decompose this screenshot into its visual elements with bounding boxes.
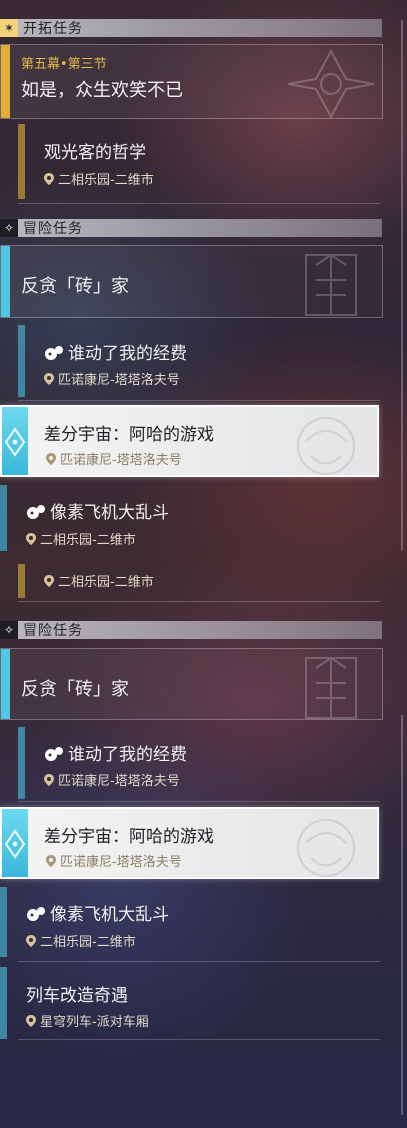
item-accent-bar [0, 485, 7, 551]
item-location: 二相乐园-二维市 [26, 529, 136, 548]
quest-accent-bar [1, 649, 10, 719]
featured-quest-card[interactable]: 反贪「砖」家 [0, 245, 383, 318]
scrollbar-top[interactable] [401, 20, 403, 550]
selected-quest-item[interactable]: 差分宇宙：阿哈的游戏 匹诺康尼-塔塔洛夫号 [0, 807, 379, 879]
item-title-text: 像素飞机大乱斗 [50, 905, 169, 925]
list-item[interactable]: 谁动了我的经费 匹诺康尼-塔塔洛夫号 [0, 727, 380, 802]
pom-pom-icon [45, 346, 63, 360]
section-header-trailblaze: ✶ 开拓任务 [0, 19, 382, 37]
location-pin-icon [44, 172, 54, 185]
location-text: 星穹列车-派对车厢 [40, 1015, 149, 1030]
list-item[interactable]: 列车改造奇遇 星穹列车-派对车厢 [0, 967, 380, 1042]
quest-title: 反贪「砖」家 [21, 679, 129, 700]
selected-quest-item[interactable]: 差分宇宙：阿哈的游戏 匹诺康尼-塔塔洛夫号 [0, 405, 379, 477]
adventure-diamond-icon: ✧ [0, 219, 18, 237]
pom-pom-icon [27, 505, 45, 519]
item-title: 观光客的哲学 [44, 143, 146, 163]
item-location: 匹诺康尼-塔塔洛夫号 [46, 851, 182, 870]
item-location: 星穹列车-派对车厢 [26, 1011, 149, 1030]
list-item[interactable]: 观光客的哲学 二相乐园-二维市 [0, 124, 380, 204]
quest-emblem-icon [305, 656, 357, 719]
location-pin-icon [44, 574, 54, 587]
location-pin-icon [46, 854, 56, 867]
item-title-text: 像素飞机大乱斗 [50, 503, 169, 523]
adventure-diamond-icon: ✧ [0, 621, 18, 639]
trailblaze-star-icon: ✶ [0, 19, 18, 37]
divider [18, 203, 380, 204]
item-title: 差分宇宙：阿哈的游戏 [44, 827, 214, 847]
item-location: 匹诺康尼-塔塔洛夫号 [46, 449, 182, 468]
item-title-text: 谁动了我的经费 [68, 344, 187, 364]
item-accent-bar [18, 124, 25, 199]
divider [18, 400, 380, 401]
item-title: 谁动了我的经费 [44, 740, 187, 765]
quest-accent-bar [1, 45, 10, 118]
item-title: 差分宇宙：阿哈的游戏 [44, 425, 214, 445]
pom-pom-icon [27, 907, 45, 921]
item-accent-bar [18, 325, 25, 397]
location-pin-icon [46, 452, 56, 465]
item-title: 像素飞机大乱斗 [26, 900, 169, 925]
location-pin-icon [26, 532, 36, 545]
location-pin-icon [44, 372, 54, 385]
section-title: 冒险任务 [23, 623, 83, 639]
quest-title: 反贪「砖」家 [21, 276, 129, 297]
main-quest-card[interactable]: 第五幕•第三节 如是，众生欢笑不已 [0, 44, 383, 119]
list-item[interactable]: 像素飞机大乱斗 二相乐园-二维市 [0, 485, 380, 555]
list-item[interactable]: 像素飞机大乱斗 二相乐园-二维市 [0, 887, 380, 962]
divider [18, 961, 380, 962]
quest-emblem-icon [287, 49, 375, 119]
item-title: 列车改造奇遇 [26, 986, 128, 1006]
quest-chapter: 第五幕•第三节 [21, 57, 107, 72]
item-title: 像素飞机大乱斗 [26, 498, 169, 523]
location-text: 匹诺康尼-塔塔洛夫号 [58, 774, 180, 789]
location-text: 二相乐园-二维市 [58, 173, 154, 188]
item-location: 匹诺康尼-塔塔洛夫号 [44, 770, 180, 789]
selected-diamond-icon [4, 427, 26, 457]
item-accent-bar [18, 727, 25, 799]
location-pin-icon [26, 1014, 36, 1027]
divider [18, 1039, 380, 1040]
section-title: 开拓任务 [23, 21, 83, 37]
divider [18, 601, 380, 602]
item-location: 二相乐园-二维市 [26, 931, 136, 950]
section-header-adventure: ✧ 冒险任务 [0, 219, 382, 237]
location-pin-icon [44, 773, 54, 786]
item-title: 谁动了我的经费 [44, 339, 187, 364]
location-text: 二相乐园-二维市 [58, 575, 154, 590]
section-header-adventure: ✧ 冒险任务 [0, 621, 382, 639]
item-location: 匹诺康尼-塔塔洛夫号 [44, 369, 180, 388]
quest-accent-bar [1, 246, 10, 317]
item-accent-bar [0, 967, 7, 1039]
quest-title: 如是，众生欢笑不已 [21, 80, 183, 101]
selected-diamond-icon [4, 829, 26, 859]
quest-emblem-icon [297, 819, 355, 877]
location-text: 二相乐园-二维市 [40, 935, 136, 950]
quest-emblem-icon [305, 253, 357, 316]
quest-emblem-icon [297, 417, 355, 475]
location-text: 二相乐园-二维市 [40, 533, 136, 548]
list-item[interactable]: 谁动了我的经费 匹诺康尼-塔塔洛夫号 [0, 325, 380, 401]
section-title: 冒险任务 [23, 221, 83, 237]
divider [18, 801, 380, 802]
item-accent-bar [0, 887, 7, 957]
featured-quest-card[interactable]: 反贪「砖」家 [0, 648, 383, 720]
location-text: 匹诺康尼-塔塔洛夫号 [60, 453, 182, 468]
item-location: 二相乐园-二维市 [44, 169, 154, 188]
pom-pom-icon [45, 747, 63, 761]
item-location: 二相乐园-二维市 [44, 571, 154, 590]
item-title-text: 谁动了我的经费 [68, 745, 187, 765]
location-pin-icon [26, 934, 36, 947]
location-text: 匹诺康尼-塔塔洛夫号 [58, 373, 180, 388]
item-accent-bar [18, 564, 25, 598]
scrollbar-bottom[interactable] [401, 715, 403, 1115]
location-text: 匹诺康尼-塔塔洛夫号 [60, 855, 182, 870]
list-item[interactable]: 二相乐园-二维市 [0, 564, 380, 602]
